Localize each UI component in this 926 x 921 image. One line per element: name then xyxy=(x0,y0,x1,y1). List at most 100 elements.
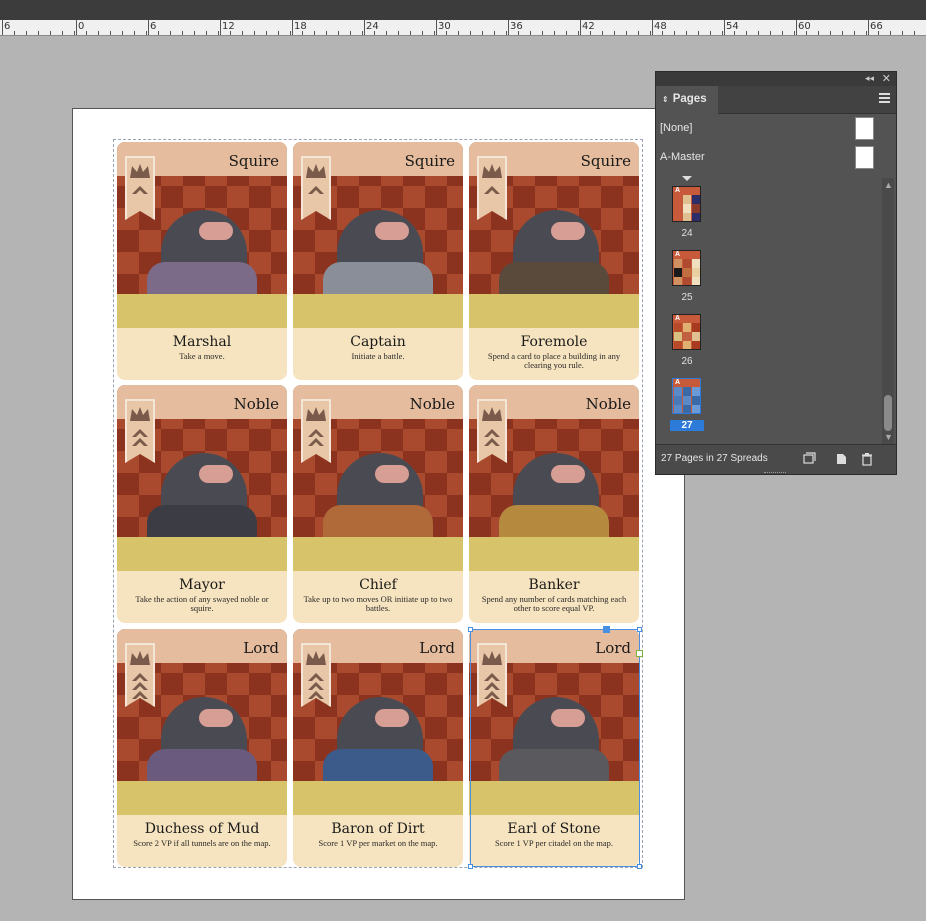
page-list[interactable]: A 24 A 25 A 26 A 27 xyxy=(656,178,884,444)
ruler-major-tick xyxy=(364,20,365,35)
card-table xyxy=(117,294,287,328)
edit-page-size-icon[interactable] xyxy=(802,452,816,466)
rank-chevron-icon xyxy=(484,186,500,194)
ruler-label: 24 xyxy=(366,21,379,32)
ruler-major-tick xyxy=(652,20,653,35)
scroll-down-icon[interactable]: ▼ xyxy=(884,432,893,442)
ruler-label: 36 xyxy=(510,21,523,32)
rank-chevron-icon xyxy=(132,429,148,437)
thumb-cell xyxy=(683,277,691,285)
rank-chevron-icon xyxy=(132,438,148,446)
card-table xyxy=(117,781,287,815)
selection-handle[interactable] xyxy=(468,864,473,869)
ruler-minor-tick xyxy=(350,31,351,35)
close-panel-icon[interactable]: ✕ xyxy=(882,72,891,85)
mole-snout xyxy=(199,222,233,240)
rank-chevron-icon xyxy=(308,438,324,446)
master-item-a-master[interactable]: A-Master xyxy=(656,143,896,172)
card-description: Take a move. xyxy=(179,351,225,361)
card-foremole[interactable]: Squire Foremole Spend a card to place a … xyxy=(469,142,639,380)
master-thumbnail[interactable] xyxy=(855,146,874,169)
crown-icon xyxy=(306,164,326,178)
card-name: Marshal xyxy=(172,334,232,350)
panel-menu-icon[interactable] xyxy=(879,93,890,103)
card-name: Captain xyxy=(350,334,406,350)
card-captain[interactable]: Squire Captain Initiate a battle. xyxy=(293,142,463,380)
ruler-minor-tick xyxy=(326,31,327,35)
page-number-label[interactable]: 24 xyxy=(670,228,704,239)
card-rank: Squire xyxy=(580,152,631,170)
selection-handle[interactable] xyxy=(603,626,610,633)
rank-chevron-icon xyxy=(308,682,324,690)
card-description: Spend any number of cards matching each … xyxy=(481,594,627,613)
page-number-label[interactable]: 26 xyxy=(670,356,704,367)
selection-handle[interactable] xyxy=(637,864,642,869)
page-list-scrollbar[interactable]: ▲ ▼ xyxy=(882,178,894,444)
page-thumbnail-26[interactable]: A xyxy=(672,314,701,350)
tab-pages[interactable]: ⇕ Pages xyxy=(656,86,718,114)
crown-icon xyxy=(306,651,326,665)
scroll-up-icon[interactable]: ▲ xyxy=(884,180,893,190)
thumb-cell xyxy=(683,405,691,413)
horizontal-ruler[interactable]: 6 0 6 12 18 24 30 36 42 48 54 60 66 xyxy=(0,20,926,36)
ruler-minor-tick xyxy=(182,31,183,35)
page-thumbnail-27[interactable]: A xyxy=(672,378,701,414)
master-thumbnail[interactable] xyxy=(855,117,874,140)
rank-chevron-icon xyxy=(132,186,148,194)
ruler-minor-tick xyxy=(530,31,531,35)
ruler-minor-tick xyxy=(398,31,399,35)
master-item-none[interactable]: [None] xyxy=(656,114,896,143)
page-number-label[interactable]: 27 xyxy=(670,420,704,431)
card-chief[interactable]: Noble Chief Take up to two moves OR init… xyxy=(293,385,463,623)
ruler-label: 48 xyxy=(654,21,667,32)
ruler-minor-tick xyxy=(458,31,459,35)
ruler-minor-tick xyxy=(818,31,819,35)
selection-handle[interactable] xyxy=(468,627,473,632)
ruler-minor-tick xyxy=(710,31,711,35)
delete-page-icon[interactable] xyxy=(860,452,874,466)
rank-chevron-icon xyxy=(308,429,324,437)
panel-tab-row: ⇕ Pages xyxy=(656,86,896,114)
card-name: Chief xyxy=(359,577,397,593)
card-name: Duchess of Mud xyxy=(144,821,260,837)
new-page-icon[interactable] xyxy=(834,452,848,466)
ruler-minor-tick xyxy=(386,31,387,35)
tab-pages-label: Pages xyxy=(672,93,707,105)
selection-handle[interactable] xyxy=(637,627,642,632)
page-thumbnail-24[interactable]: A xyxy=(672,186,701,222)
page-thumbnail-25[interactable]: A xyxy=(672,250,701,286)
card-baron-of-dirt[interactable]: Lord Baron of Dirt Score 1 VP per market… xyxy=(293,629,463,867)
crown-icon xyxy=(482,407,502,421)
rank-chevron-icon xyxy=(132,673,148,681)
selection-frame[interactable] xyxy=(468,626,643,869)
ruler-major-tick xyxy=(436,20,437,35)
ruler-minor-tick xyxy=(470,31,471,35)
ruler-minor-tick xyxy=(302,31,303,35)
ruler-minor-tick xyxy=(122,31,123,35)
panel-resize-grip[interactable] xyxy=(764,472,786,475)
ruler-minor-tick xyxy=(638,31,639,35)
page-number-label[interactable]: 25 xyxy=(670,292,704,303)
scroll-thumb[interactable] xyxy=(884,395,892,431)
panel-header-strip: ◂◂ ✕ xyxy=(656,72,896,86)
ruler-minor-tick xyxy=(650,31,651,35)
ruler-minor-tick xyxy=(626,31,627,35)
master-label: A-Master xyxy=(660,151,705,163)
card-description: Score 2 VP if all tunnels are on the map… xyxy=(133,838,271,848)
card-mayor[interactable]: Noble Mayor Take the action of any swaye… xyxy=(117,385,287,623)
rank-chevron-icon xyxy=(132,691,148,699)
ruler-minor-tick xyxy=(734,31,735,35)
collapse-panel-icon[interactable]: ◂◂ xyxy=(865,73,874,84)
card-duchess-of-mud[interactable]: Lord Duchess of Mud Score 2 VP if all tu… xyxy=(117,629,287,867)
master-prefix: A xyxy=(675,187,681,194)
application-bar xyxy=(0,0,926,20)
ruler-minor-tick xyxy=(230,31,231,35)
master-prefix: A xyxy=(675,251,681,258)
ruler-minor-tick xyxy=(362,31,363,35)
card-marshal[interactable]: Squire Marshal Take a move. xyxy=(117,142,287,380)
card-banker[interactable]: Noble Banker Spend any number of cards m… xyxy=(469,385,639,623)
ruler-minor-tick xyxy=(266,31,267,35)
ruler-minor-tick xyxy=(866,31,867,35)
mole-snout xyxy=(551,222,585,240)
out-port-handle[interactable] xyxy=(636,650,643,657)
